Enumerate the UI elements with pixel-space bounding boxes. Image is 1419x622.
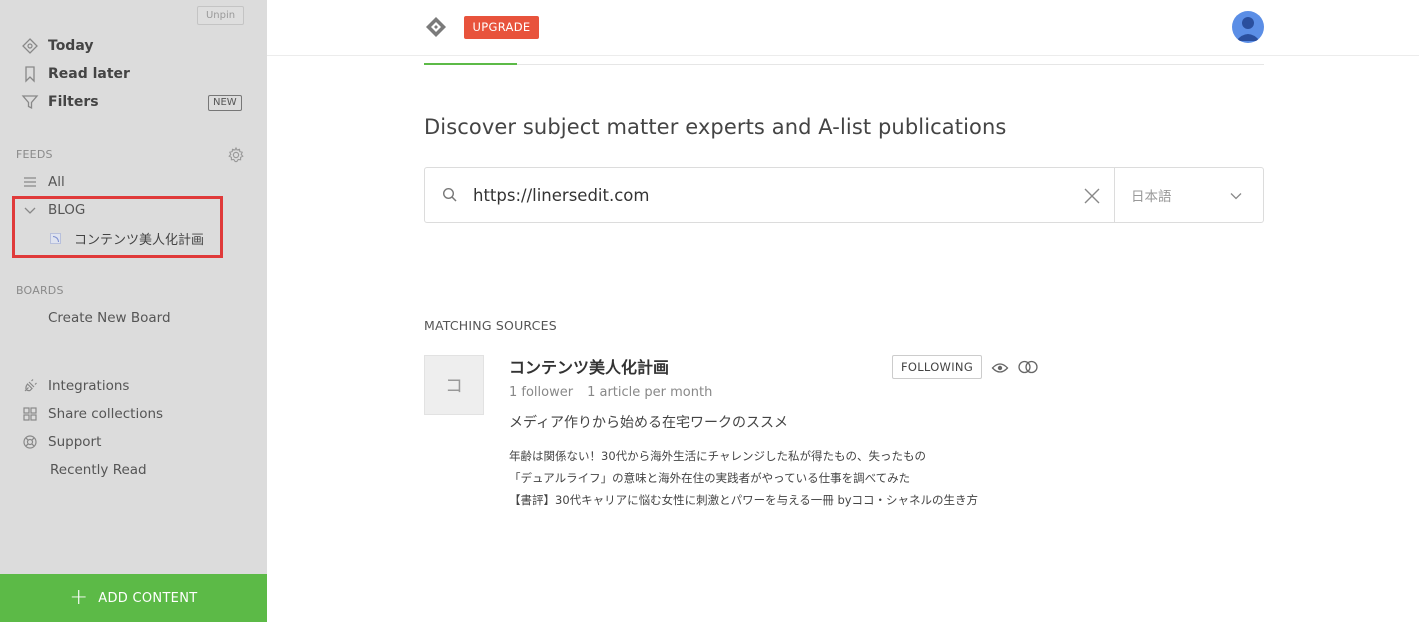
header-divider [267, 55, 1419, 56]
source-article[interactable]: 年齢は関係ない！30代から海外生活にチャレンジした私が得たもの、失ったもの [509, 448, 926, 464]
plus-icon: + [69, 585, 89, 610]
avatar[interactable] [1232, 11, 1264, 43]
feed-all-label: All [48, 174, 65, 190]
search-input[interactable] [473, 182, 1073, 208]
nav-share-collections[interactable]: Share collections [20, 402, 163, 426]
tab-active-indicator [424, 63, 517, 65]
nav-integrations-label: Integrations [48, 378, 130, 394]
list-icon [20, 172, 40, 192]
feeds-section-title: FEEDS [16, 148, 53, 161]
source-article[interactable]: 【書評】30代キャリアに悩む女性に刺激とパワーを与える一冊 byココ・シャネルの… [509, 492, 978, 508]
tab-underline-track [424, 64, 1264, 65]
nav-read-later-label: Read later [48, 66, 130, 82]
lifebuoy-icon [20, 432, 40, 452]
feedly-logo-icon[interactable] [425, 16, 447, 38]
add-content-label: ADD CONTENT [98, 590, 198, 606]
clear-icon[interactable] [1082, 186, 1102, 206]
nav-support[interactable]: Support [20, 430, 101, 454]
nav-filters[interactable]: Filters [20, 90, 99, 114]
nav-support-label: Support [48, 434, 102, 450]
nav-recently-read[interactable]: Recently Read [22, 458, 147, 482]
source-followers: 1 follower [509, 385, 574, 400]
bookmark-icon [20, 64, 40, 84]
add-content-button[interactable]: + ADD CONTENT [0, 574, 267, 622]
nav-read-later[interactable]: Read later [20, 62, 130, 86]
chevron-down-icon[interactable] [1229, 188, 1243, 202]
source-thumbnail[interactable]: コ [424, 355, 484, 415]
new-badge: NEW [208, 95, 242, 111]
search-divider [1114, 168, 1115, 222]
search-icon [442, 187, 458, 203]
gear-icon[interactable] [227, 146, 245, 164]
eye-icon[interactable] [991, 360, 1009, 374]
upgrade-button[interactable]: UPGRADE [464, 16, 539, 39]
compare-icon[interactable] [1017, 359, 1039, 375]
filter-icon [20, 92, 40, 112]
source-description: メディア作りから始める在宅ワークのススメ [509, 415, 789, 431]
search-bar: 日本語 [424, 167, 1264, 223]
unpin-button[interactable]: Unpin [197, 6, 244, 25]
language-select[interactable]: 日本語 [1131, 185, 1172, 205]
nav-filters-label: Filters [48, 94, 99, 110]
nav-today[interactable]: Today [20, 34, 93, 58]
create-new-board-label: Create New Board [48, 310, 171, 326]
source-meta: 1 follower 1 article per month [509, 385, 712, 400]
sidebar: Unpin Today Read later Filters NEW FEEDS… [0, 0, 267, 622]
boards-section-title: BOARDS [16, 284, 64, 297]
create-new-board[interactable]: Create New Board [20, 306, 171, 330]
matching-sources-title: MATCHING SOURCES [424, 318, 557, 333]
source-title[interactable]: コンテンツ美人化計画 [509, 354, 669, 378]
source-article[interactable]: 「デュアルライフ」の意味と海外在住の実践者がやっている仕事を調べてみた [509, 470, 910, 486]
page-title: Discover subject matter experts and A-li… [424, 115, 1007, 139]
source-frequency: 1 article per month [587, 385, 713, 400]
plug-icon [20, 376, 40, 396]
nav-integrations[interactable]: Integrations [20, 374, 129, 398]
following-button[interactable]: FOLLOWING [892, 355, 982, 379]
highlight-annotation-box [12, 196, 223, 258]
grid-icon [20, 404, 40, 424]
nav-share-collections-label: Share collections [48, 406, 164, 422]
nav-today-label: Today [48, 38, 94, 54]
today-icon [20, 36, 40, 56]
feed-all[interactable]: All [20, 170, 65, 194]
nav-recently-read-label: Recently Read [50, 462, 147, 478]
